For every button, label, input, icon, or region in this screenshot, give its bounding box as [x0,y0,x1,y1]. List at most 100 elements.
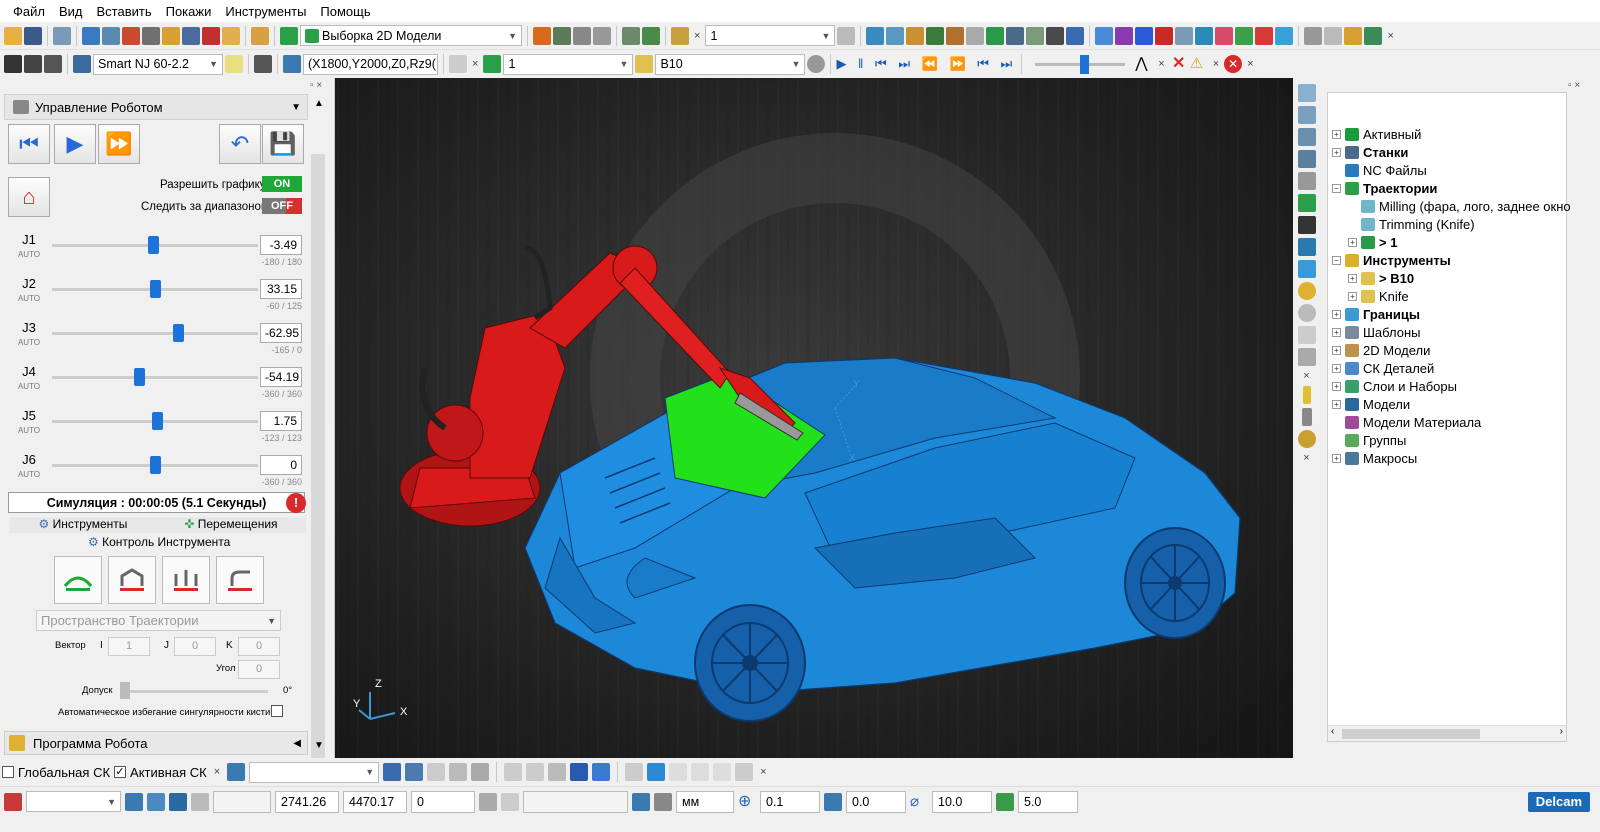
chevron-down-icon[interactable]: ▼ [291,102,301,113]
layers-icon[interactable] [1026,26,1045,45]
pattern-icon[interactable] [280,26,298,45]
machine-list-icon[interactable] [44,55,62,73]
expander-icon[interactable]: + [1332,129,1341,139]
expander-icon[interactable]: − [1332,183,1341,193]
joint-slider[interactable] [52,332,258,335]
step-over-icon[interactable] [996,792,1014,811]
undo-icon[interactable] [691,763,710,781]
joint-value-input[interactable]: 0 [260,455,302,475]
status-tool-icon[interactable] [4,792,22,811]
expander-icon[interactable]: − [1332,255,1341,265]
clock-icon[interactable] [1046,26,1065,45]
sun-icon[interactable] [225,55,243,73]
grid-icon[interactable] [191,792,209,811]
expander-icon[interactable]: + [1332,345,1341,355]
close-icon[interactable]: × [211,766,223,778]
tree-hscroll-thumb[interactable] [1342,729,1480,739]
wp-rotate-icon[interactable] [504,763,523,781]
close-icon[interactable]: × [469,58,481,70]
joint-value-input[interactable]: -3.49 [260,235,302,255]
step-icon[interactable]: ⋀ [1135,55,1153,73]
lightbulb-icon[interactable] [807,55,826,73]
tool-combo[interactable]: B10 ▼ [655,53,806,75]
joint-slider[interactable] [52,376,258,379]
view-top-icon[interactable] [1297,84,1316,102]
vector-k-input[interactable]: 0 [238,637,280,656]
toolpath-sim-icon[interactable] [483,55,502,73]
panel-scrollbar[interactable] [311,154,325,768]
thickness-field[interactable]: 0.0 [846,790,906,813]
tree-item[interactable]: Модели Материала [1332,413,1481,431]
expander-icon[interactable]: + [1332,327,1341,337]
joint-slider-thumb[interactable] [150,280,161,298]
tree-hscrollbar[interactable]: ‹ › [1328,725,1566,741]
red-shape-icon[interactable] [1255,26,1274,45]
scroll-right-icon[interactable]: › [1560,726,1563,737]
measure-icon[interactable] [501,792,519,811]
active-cs-checkbox[interactable]: ✓ [114,766,127,778]
scroll-left-icon[interactable]: ‹ [1331,726,1334,737]
tool-mode-arc-button[interactable] [54,556,102,604]
panel-pin-close[interactable]: ▫ × [310,80,322,91]
machine-table-icon[interactable] [24,55,42,73]
tab-moves[interactable]: ✜ Перемещения [184,517,277,533]
status-cube2-icon[interactable] [147,792,165,811]
close-icon[interactable]: × [1244,58,1256,70]
vector-j-input[interactable]: 0 [174,637,216,656]
status-cube3-icon[interactable] [169,792,187,811]
wp-align-icon[interactable] [526,763,545,781]
tree-item[interactable]: NC Файлы [1332,161,1427,179]
tool-shaft-icon[interactable] [1302,386,1311,404]
tree-item[interactable]: +2D Модели [1332,341,1430,359]
chevron-left-icon[interactable]: ◀ [293,738,301,749]
tree-item[interactable]: Группы [1332,431,1406,449]
scroll-down-icon[interactable]: ▼ [314,740,324,751]
undo-button[interactable]: ↶ [219,124,261,164]
warning-icon[interactable]: ⚠ [1190,55,1208,73]
tree-item[interactable]: + Макросы [1332,449,1417,467]
tool-mode-fork-button[interactable] [162,556,210,604]
tree-item[interactable]: + Шаблоны [1332,323,1421,341]
pointer-icon[interactable] [1297,348,1316,366]
magnet-icon[interactable] [1344,26,1363,45]
wave-icon[interactable] [1135,26,1154,45]
nodes-icon[interactable] [1155,26,1174,45]
feeds-icon[interactable] [162,26,180,45]
green-view-icon[interactable] [986,26,1005,45]
play-button[interactable]: ▶ [54,124,96,164]
robot-program-header[interactable]: Программа Робота ◀ [4,731,308,755]
angle-step-icon[interactable]: ⌀ [910,793,928,811]
sim-speed-slider[interactable] [1035,54,1126,74]
toolpath-icon[interactable] [251,26,269,45]
alert-icon[interactable]: ! [286,493,306,513]
tree-item[interactable]: + Слои и Наборы [1332,377,1457,395]
wp-copy-icon[interactable] [449,763,468,781]
calculator-grid-icon[interactable] [4,55,22,73]
refresh-view-icon[interactable] [1297,194,1316,212]
units-icon[interactable] [632,792,650,811]
thickness-icon[interactable] [824,792,842,811]
position-icon[interactable] [283,55,301,73]
ruler-icon[interactable] [593,26,611,45]
rewind-to-start-button[interactable]: ⏮ [8,124,50,164]
wp-edit-icon[interactable] [570,763,589,781]
status-cube-icon[interactable] [125,792,143,811]
joint-slider-thumb[interactable] [133,368,145,386]
close-icon[interactable]: × [1384,30,1396,42]
close-icon[interactable]: × [1300,370,1312,382]
machine-tool-icon[interactable] [73,55,91,73]
error-circle-icon[interactable]: ✕ [1224,55,1243,73]
workplane-icon[interactable] [227,763,246,781]
crosshair-icon[interactable]: ⊕ [738,793,756,811]
tool-icon[interactable] [142,26,160,45]
feature-icon[interactable] [671,26,689,45]
zoom-icon[interactable] [966,26,985,45]
link-icon[interactable] [449,55,467,73]
singularity-checkbox[interactable] [271,705,283,717]
pattern-number-combo[interactable]: 1 ▼ [705,25,836,46]
wp-list-icon[interactable] [427,763,446,781]
sim-speed-thumb[interactable] [1080,54,1090,74]
start-point-icon[interactable] [222,26,240,45]
shaded-icon[interactable] [1297,260,1316,278]
joint-value-input[interactable]: -54.19 [260,367,302,387]
